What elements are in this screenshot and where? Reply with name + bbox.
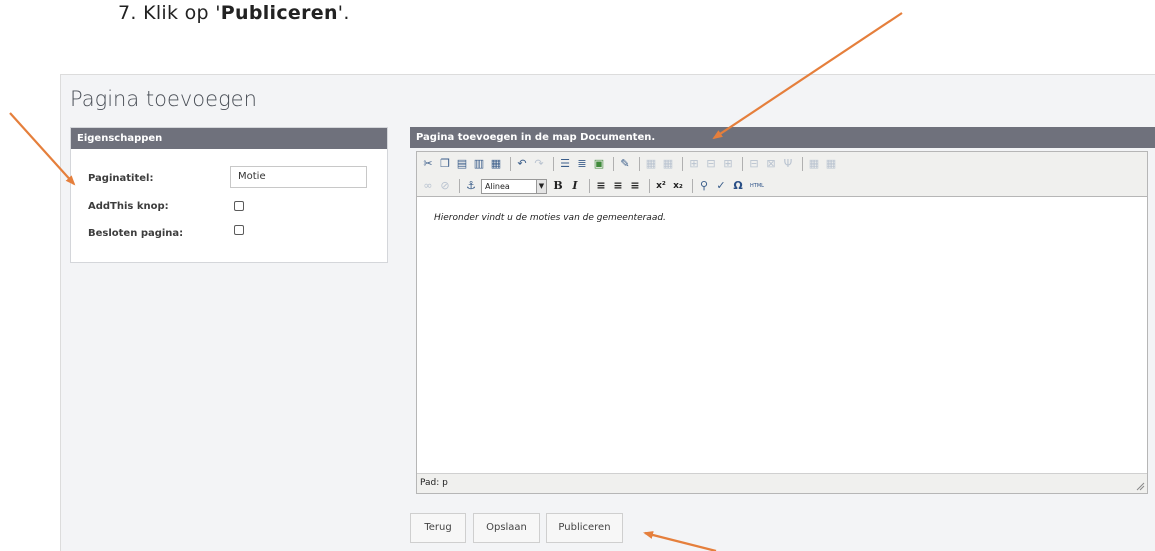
cut-icon[interactable]: ✂ [421, 157, 435, 171]
toolbar-separator [682, 157, 683, 171]
numbered-list-icon[interactable]: ≣ [575, 157, 589, 171]
find-icon[interactable]: ⚲ [697, 179, 711, 193]
editor-panel: Pagina toevoegen in de map Documenten. ✂… [410, 127, 1155, 497]
editor-content-area[interactable]: Hieronder vindt u de moties van de gemee… [417, 198, 1147, 473]
chevron-down-icon: ▼ [536, 179, 546, 193]
edit-icon[interactable]: ✎ [618, 157, 632, 171]
toolbar-separator [802, 157, 803, 171]
editor-toolbar: ✂ ❐ ▤ ▥ ▦ ↶ ↷ ☰ ≣ ▣ ✎ ▦ ▦ ⊞ ⊟ ⊞ ⊟ ⊠ Ψ ▦ … [417, 152, 1147, 197]
editor-paragraph[interactable]: Hieronder vindt u de moties van de gemee… [434, 213, 666, 223]
page-title-input[interactable]: Motie [230, 166, 367, 188]
row-insert-icon[interactable]: ⊞ [687, 157, 701, 171]
closed-page-label: Besloten pagina: [88, 228, 184, 239]
toolbar-row-1: ✂ ❐ ▤ ▥ ▦ ↶ ↷ ☰ ≣ ▣ ✎ ▦ ▦ ⊞ ⊟ ⊞ ⊟ ⊠ Ψ ▦ … [421, 156, 841, 172]
page-title-label: Paginatitel: [88, 173, 154, 184]
redo-icon[interactable]: ↷ [532, 157, 546, 171]
align-right-icon[interactable]: ≡ [628, 179, 642, 193]
publish-button[interactable]: Publiceren [546, 513, 623, 543]
format-select[interactable]: Alinea ▼ [481, 178, 547, 194]
merge-cell-icon[interactable]: Ψ [781, 157, 795, 171]
instruction-suffix: '. [337, 2, 350, 24]
table-delete-icon[interactable]: ▦ [824, 157, 838, 171]
image-icon[interactable]: ▣ [592, 157, 606, 171]
toolbar-separator [589, 179, 590, 193]
superscript-icon[interactable]: x² [654, 179, 668, 193]
instruction-prefix: 7. Klik op ' [118, 2, 221, 24]
closed-page-checkbox[interactable] [234, 225, 244, 235]
anchor-icon[interactable]: ⚓ [464, 179, 478, 193]
addthis-label: AddThis knop: [88, 201, 169, 212]
toolbar-separator [692, 179, 693, 193]
instruction-bold: Publiceren [220, 2, 338, 24]
toolbar-separator [510, 157, 511, 171]
html-icon[interactable]: HTML [748, 179, 766, 193]
back-button[interactable]: Terug [410, 513, 466, 543]
toolbar-separator [742, 157, 743, 171]
save-button[interactable]: Opslaan [473, 513, 540, 543]
page-title: Pagina toevoegen [70, 87, 257, 111]
table-icon[interactable]: ▦ [644, 157, 658, 171]
bold-icon[interactable]: B [551, 179, 565, 193]
spellcheck-icon[interactable]: ✓ [714, 179, 728, 193]
paste-word-icon[interactable]: ▦ [489, 157, 503, 171]
align-left-icon[interactable]: ≡ [594, 179, 608, 193]
instruction-text: 7. Klik op 'Publiceren'. [118, 2, 350, 24]
undo-icon[interactable]: ↶ [515, 157, 529, 171]
properties-panel: Eigenschappen Paginatitel: Motie AddThis… [70, 127, 388, 263]
element-path: Pad: p [420, 478, 448, 488]
paste-icon[interactable]: ▤ [455, 157, 469, 171]
subscript-icon[interactable]: x₂ [671, 179, 685, 193]
col-insert-icon[interactable]: ⊞ [721, 157, 735, 171]
toolbar-separator [639, 157, 640, 171]
row-delete-icon[interactable]: ⊟ [704, 157, 718, 171]
toolbar-separator [649, 179, 650, 193]
bullet-list-icon[interactable]: ☰ [558, 157, 572, 171]
cell-props-icon[interactable]: ▦ [807, 157, 821, 171]
italic-icon[interactable]: I [568, 179, 582, 193]
unlink-icon[interactable]: ⊘ [438, 179, 452, 193]
toolbar-separator [459, 179, 460, 193]
properties-header: Eigenschappen [71, 128, 387, 149]
format-select-value: Alinea [485, 181, 510, 191]
toolbar-row-2: ∞ ⊘ ⚓ Alinea ▼ B I ≡ ≡ ≡ x² x₂ ⚲ ✓ Ω HTM… [421, 178, 769, 194]
addthis-checkbox[interactable] [234, 201, 244, 211]
copy-icon[interactable]: ❐ [438, 157, 452, 171]
paste-text-icon[interactable]: ▥ [472, 157, 486, 171]
link-icon[interactable]: ∞ [421, 179, 435, 193]
editor-header: Pagina toevoegen in de map Documenten. [410, 127, 1155, 148]
table-props-icon[interactable]: ▦ [661, 157, 675, 171]
rich-text-editor: ✂ ❐ ▤ ▥ ▦ ↶ ↷ ☰ ≣ ▣ ✎ ▦ ▦ ⊞ ⊟ ⊞ ⊟ ⊠ Ψ ▦ … [416, 151, 1148, 494]
special-char-icon[interactable]: Ω [731, 179, 745, 193]
align-center-icon[interactable]: ≡ [611, 179, 625, 193]
col-delete-icon[interactable]: ⊟ [747, 157, 761, 171]
toolbar-separator [553, 157, 554, 171]
resize-grip-icon[interactable] [1135, 481, 1145, 491]
toolbar-separator [613, 157, 614, 171]
editor-statusbar: Pad: p [417, 473, 1147, 493]
split-cell-icon[interactable]: ⊠ [764, 157, 778, 171]
